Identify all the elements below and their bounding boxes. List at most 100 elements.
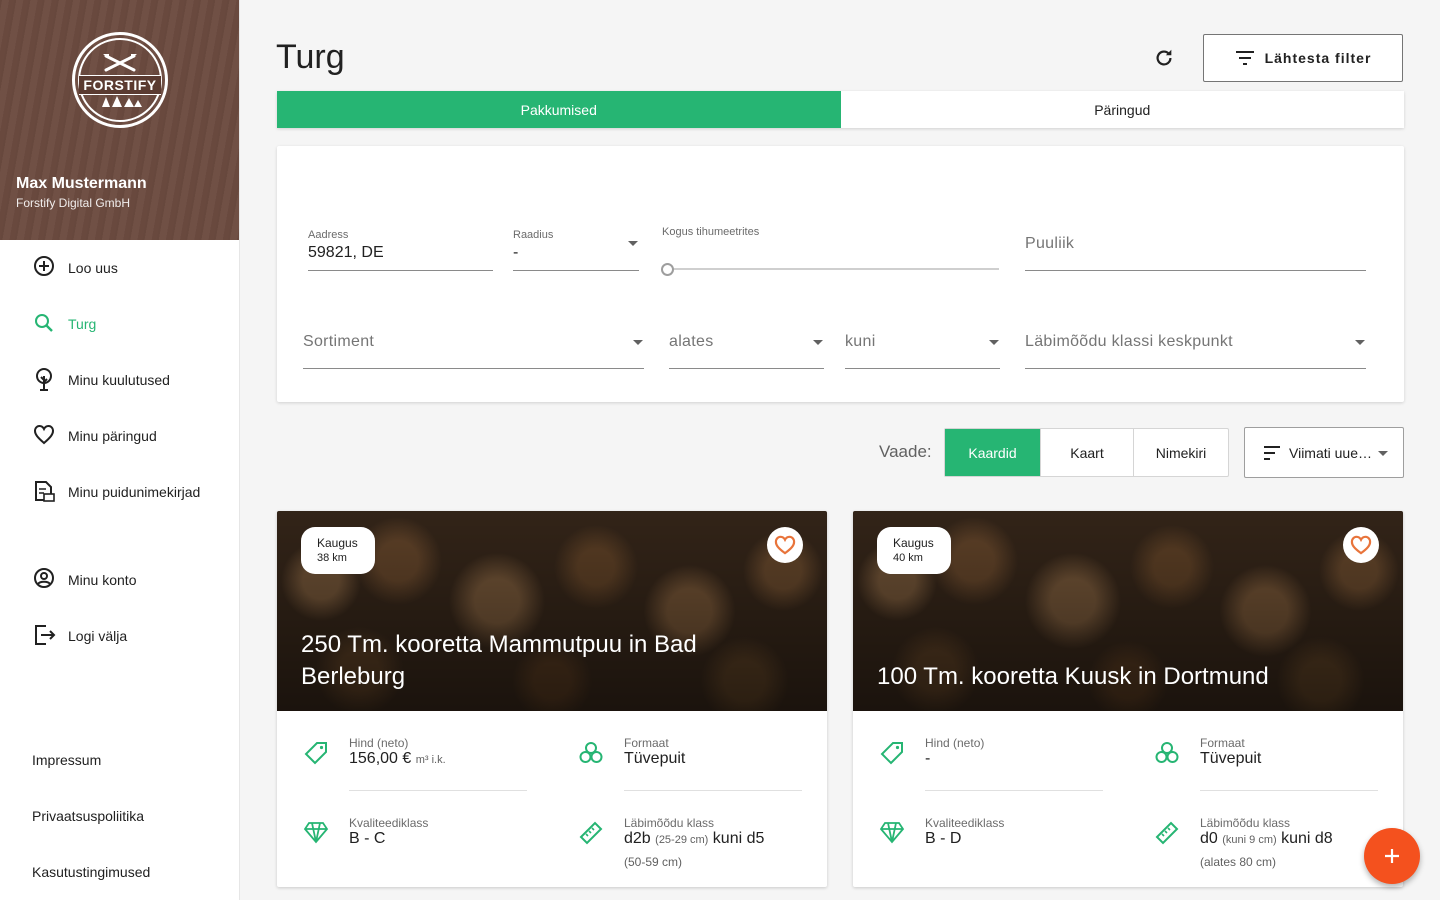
page-title: Turg [276,38,345,76]
refresh-icon [1156,49,1172,66]
sidebar-item-label: Minu päringud [68,428,157,444]
view-map-button[interactable]: Kaart [1041,429,1134,476]
sort-label: Viimati uuendatud [1289,444,1375,461]
tab-offers[interactable]: Pakkumised [277,91,841,128]
document-list-icon [35,481,55,502]
diamond-icon [303,822,329,844]
reset-filter-label: Lähtesta filter [1264,50,1372,66]
add-circle-icon [34,256,54,276]
sidebar-item-label: Minu kuulutused [68,372,170,388]
diameter-value: d2b (25-29 cm) kuni d5 [624,830,764,848]
forstify-logo[interactable]: FORSTIFY [72,32,168,128]
view-label: Vaade: [879,442,932,461]
radius-select[interactable]: Raadius - [513,226,639,271]
heart-outline-icon [1350,535,1372,555]
diameter-label: Läbimõõdu klass [1200,816,1291,830]
tab-requests[interactable]: Päringud [841,91,1405,128]
radius-value: - [513,244,519,261]
divider [1200,790,1378,791]
chevron-down-icon [628,241,638,246]
chevron-down-icon [813,340,823,345]
price-unit: m³ i.k. [415,754,446,766]
assortment-select[interactable]: Sortiment [303,326,644,369]
sidebar: FORSTIFY Max Mustermann Forstify Digital… [0,0,240,900]
species-field[interactable]: Puuliik [1025,226,1366,271]
user-name: Max Mustermann [16,175,147,192]
sidebar-item-my-requests[interactable]: Minu päringud [0,416,239,456]
chevron-down-icon [989,340,999,345]
quantity-slider-thumb[interactable] [661,263,674,276]
sidebar-item-label: Logi välja [68,628,128,644]
footer-link-privacy[interactable]: Privaatsuspoliitika [32,808,144,824]
sidebar-item-create-new[interactable]: Loo uus [0,248,239,288]
sidebar-item-label: Loo uus [68,260,118,276]
sidebar-item-market[interactable]: Turg [0,304,239,344]
add-listing-fab[interactable] [1364,828,1420,884]
quality-value: B - D [925,830,962,847]
footer-link-terms[interactable]: Kasutustingimused [32,864,150,880]
distance-badge: Kaugus 38 km [301,527,375,574]
heart-icon [33,424,55,445]
price-value: 156,00 € m³ i.k. [349,750,446,768]
reset-filter-button[interactable]: Lähtesta filter [1203,34,1403,82]
listing-image: Kaugus 38 km 250 Tm. kooretta Mammutpuu … [277,511,827,711]
diameter-class-select[interactable]: Läbimõõdu klassi keskpunkt [1025,326,1366,369]
diameter-to-range: (50-59 cm) [624,855,683,869]
sort-button[interactable]: Viimati uuendatud [1244,427,1404,478]
sidebar-header: FORSTIFY Max Mustermann Forstify Digital… [0,0,239,240]
ruler-icon [1155,821,1179,845]
filter-list-icon [1235,51,1254,65]
tree-icon [36,368,52,391]
quantity-label: Kogus tihumeetrites [662,226,760,238]
to-select[interactable]: kuni [845,326,1000,369]
view-toggle-group: Kaardid Kaart Nimekiri [944,428,1229,477]
diameter-to-range: (alates 80 cm) [1200,855,1277,869]
view-cards-button[interactable]: Kaardid [945,429,1041,476]
crossed-axes-icon [103,54,137,72]
view-list-button[interactable]: Nimekiri [1134,429,1228,476]
log-stack-icon [1155,742,1179,763]
diameter-to: kuni d8 [1281,830,1333,847]
distance-label: Kaugus [893,536,934,550]
account-circle-icon [34,568,54,588]
listing-title[interactable]: 250 Tm. kooretta Mammutpuu in Bad Berleb… [301,629,761,693]
sidebar-item-label: Turg [68,316,97,332]
sidebar-item-my-account[interactable]: Minu konto [0,560,239,600]
chevron-down-icon [1355,340,1365,345]
sidebar-item-my-listings[interactable]: Minu kuulutused [0,360,239,400]
footer-link-impressum[interactable]: Impressum [32,752,101,768]
user-organization: Forstify Digital GmbH [16,196,131,210]
price-label: Hind (neto) [925,736,985,750]
to-placeholder: kuni [845,333,876,350]
favorite-button[interactable] [767,527,803,563]
assortment-placeholder: Sortiment [303,333,375,350]
price-value: - [925,750,931,767]
chevron-down-icon [633,340,643,345]
favorite-button[interactable] [1343,527,1379,563]
logo-wordmark: FORSTIFY [79,75,161,95]
filter-panel: Aadress 59821, DE Raadius - Kogus tihume… [277,146,1404,402]
listing-title[interactable]: 100 Tm. kooretta Kuusk in Dortmund [877,661,1337,693]
sidebar-item-label: Minu puidunimekirjad [68,484,201,500]
diameter-label: Läbimõõdu klass [624,816,715,830]
listing-card[interactable]: Kaugus 38 km 250 Tm. kooretta Mammutpuu … [277,511,827,887]
search-icon [35,314,53,332]
price-tag-icon [304,742,327,765]
sidebar-item-logout[interactable]: Logi välja [0,616,239,656]
divider [925,790,1103,791]
refresh-button[interactable] [1150,44,1178,72]
format-value: Tüvepuit [1200,750,1262,767]
sidebar-item-my-wood-lists[interactable]: Minu puidunimekirjad [0,472,239,512]
listing-card[interactable]: Kaugus 40 km 100 Tm. kooretta Kuusk in D… [853,511,1403,887]
distance-value: 40 km [893,552,923,564]
from-placeholder: alates [669,333,714,350]
diameter-from-range: (kuni 9 cm) [1222,834,1277,846]
address-field[interactable]: Aadress 59821, DE [308,226,493,271]
diameter-value: d0 (kuni 9 cm) kuni d8 [1200,830,1333,848]
quantity-slider-track[interactable] [667,268,999,270]
address-value: 59821, DE [308,244,384,261]
quality-value: B - C [349,830,386,847]
quality-label: Kvaliteediklass [349,816,429,830]
from-select[interactable]: alates [669,326,824,369]
radius-label: Raadius [513,229,554,241]
